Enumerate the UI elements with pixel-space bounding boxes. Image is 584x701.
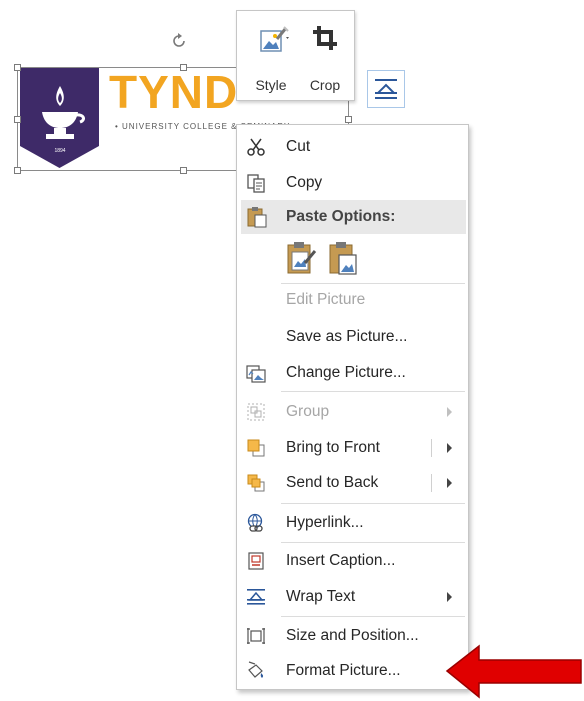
bring-to-front-icon <box>247 439 265 457</box>
paste-as-picture-button[interactable] <box>327 241 359 277</box>
menu-item-label: Copy <box>286 174 323 191</box>
group-icon <box>247 403 265 421</box>
menu-item-group[interactable]: Group <box>237 397 468 427</box>
menu-item-label: Wrap Text <box>286 588 356 605</box>
resize-handle-middle-left[interactable] <box>14 116 21 123</box>
menu-item-label: Edit Picture <box>286 291 366 308</box>
paste-keep-source-formatting-button[interactable] <box>285 241 317 277</box>
resize-handle-middle-right[interactable] <box>345 116 352 123</box>
menu-item-format-picture[interactable]: Format Picture... <box>237 656 468 686</box>
context-menu: Cut Copy Paste Options: Edit Picture Sav… <box>236 124 469 690</box>
menu-item-size-and-position[interactable]: Size and Position... <box>237 621 468 651</box>
menu-item-insert-caption[interactable]: Insert Caption... <box>237 546 468 576</box>
submenu-arrow-icon[interactable] <box>447 478 452 488</box>
scissors-icon <box>247 138 265 156</box>
menu-item-copy[interactable]: Copy <box>237 168 468 198</box>
menu-item-change-picture[interactable]: Change Picture... <box>237 358 468 388</box>
menu-item-bring-to-front[interactable]: Bring to Front <box>237 433 468 463</box>
paste-options-label: Paste Options: <box>286 208 396 225</box>
menu-item-label: Size and Position... <box>286 627 419 644</box>
menu-item-save-as-picture[interactable]: Save as Picture... <box>237 322 468 352</box>
menu-item-wrap-text[interactable]: Wrap Text <box>237 582 468 612</box>
menu-item-label: Format Picture... <box>286 662 401 679</box>
picture-style-icon <box>260 26 289 52</box>
resize-handle-bottom-left[interactable] <box>14 167 21 174</box>
submenu-arrow-icon <box>447 592 452 602</box>
resize-handle-top-center[interactable] <box>180 64 187 71</box>
menu-item-hyperlink[interactable]: Hyperlink... <box>237 508 468 538</box>
menu-item-label: Group <box>286 403 330 420</box>
menu-item-label: Hyperlink... <box>286 514 364 531</box>
crop-button[interactable]: Crop <box>299 21 351 95</box>
style-label: Style <box>255 77 287 93</box>
resize-handle-bottom-center[interactable] <box>180 167 187 174</box>
menu-item-cut[interactable]: Cut <box>237 132 468 162</box>
layout-options-button[interactable] <box>367 70 405 108</box>
clipboard-icon <box>247 207 267 228</box>
layout-options-icon <box>375 79 397 99</box>
menu-item-label: Cut <box>286 138 311 155</box>
crop-label: Crop <box>309 77 341 93</box>
paste-options-header: Paste Options: <box>241 200 466 234</box>
menu-item-edit-picture[interactable]: Edit Picture <box>237 285 468 315</box>
menu-item-label: Change Picture... <box>286 364 406 381</box>
size-and-position-icon <box>247 628 265 644</box>
format-picture-icon <box>248 661 264 678</box>
send-to-back-icon <box>247 474 265 492</box>
change-picture-icon <box>246 365 266 383</box>
paste-picture-icon <box>329 242 357 275</box>
hyperlink-icon <box>247 513 263 532</box>
menu-item-label: Send to Back <box>286 474 379 491</box>
insert-caption-icon <box>248 552 264 570</box>
mini-toolbar: Style Crop <box>236 10 355 101</box>
crop-icon <box>313 26 337 50</box>
menu-item-label: Save as Picture... <box>286 328 408 345</box>
wrap-text-icon <box>247 589 265 605</box>
menu-item-send-to-back[interactable]: Send to Back <box>237 468 468 498</box>
style-button[interactable]: Style <box>245 21 297 95</box>
red-arrow-icon <box>445 644 582 699</box>
resize-handle-top-left[interactable] <box>14 64 21 71</box>
menu-item-label: Bring to Front <box>286 439 380 456</box>
menu-item-label: Insert Caption... <box>286 552 396 569</box>
submenu-arrow-icon[interactable] <box>447 443 452 453</box>
submenu-arrow-icon <box>447 407 452 417</box>
copy-icon <box>247 174 265 193</box>
paste-keep-formatting-icon <box>287 242 317 274</box>
rotate-handle-icon[interactable] <box>171 33 187 49</box>
